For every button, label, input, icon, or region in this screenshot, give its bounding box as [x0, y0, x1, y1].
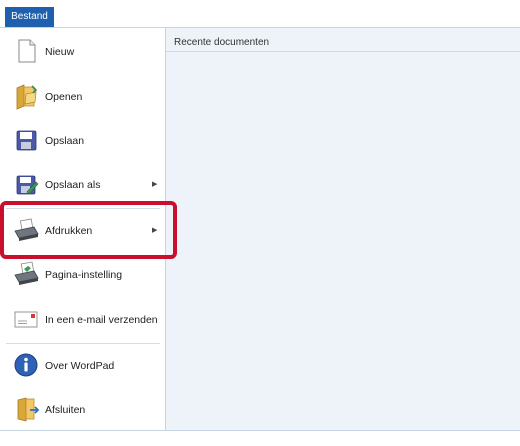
menu-item-label: Opslaan	[45, 135, 85, 147]
new-document-icon	[18, 39, 36, 63]
menu-item-label: In een e-mail verzenden	[45, 314, 158, 326]
ribbon-bar: Bestand	[0, 0, 520, 28]
page-setup-icon	[14, 261, 39, 285]
menu-item-label: Afsluiten	[45, 404, 86, 416]
menu-item-email-verzenden[interactable]: In een e-mail verzenden	[0, 298, 165, 342]
menu-item-label: Afdrukken	[45, 225, 93, 237]
recent-documents-divider	[166, 51, 520, 52]
submenu-arrow-icon: ▶	[152, 227, 158, 234]
bottom-bar	[0, 430, 520, 446]
menu-item-nieuw[interactable]: Nieuw	[0, 30, 165, 74]
menu-item-label: Pagina-instelling	[45, 269, 123, 281]
exit-icon	[17, 397, 40, 422]
menu-item-opslaan-als[interactable]: Opslaan als ▶	[0, 163, 165, 207]
tab-bestand[interactable]: Bestand	[5, 7, 54, 27]
printer-icon	[14, 218, 39, 241]
recent-documents-panel: Recente documenten	[166, 28, 520, 430]
menu-item-pagina-instelling[interactable]: Pagina-instelling	[0, 253, 165, 297]
open-folder-icon	[16, 84, 38, 110]
info-icon	[14, 353, 38, 377]
menu-item-opslaan[interactable]: Opslaan	[0, 119, 165, 163]
menu-item-label: Nieuw	[45, 46, 75, 58]
email-icon	[14, 311, 38, 328]
menu-item-over-wordpad[interactable]: Over WordPad	[0, 344, 165, 388]
submenu-arrow-icon: ▶	[152, 181, 158, 188]
menu-item-afdrukken[interactable]: Afdrukken ▶	[0, 209, 165, 253]
file-menu: Nieuw Openen Opslaan Opslaan als ▶ Afdru…	[0, 28, 166, 430]
menu-item-openen[interactable]: Openen	[0, 75, 165, 119]
save-disk-icon	[16, 130, 37, 151]
menu-item-afsluiten[interactable]: Afsluiten	[0, 388, 165, 432]
recent-documents-title: Recente documenten	[174, 37, 270, 48]
menu-item-label: Over WordPad	[45, 360, 115, 372]
save-as-icon	[16, 175, 39, 195]
menu-item-label: Openen	[45, 91, 83, 103]
menu-item-label: Opslaan als	[45, 179, 101, 191]
